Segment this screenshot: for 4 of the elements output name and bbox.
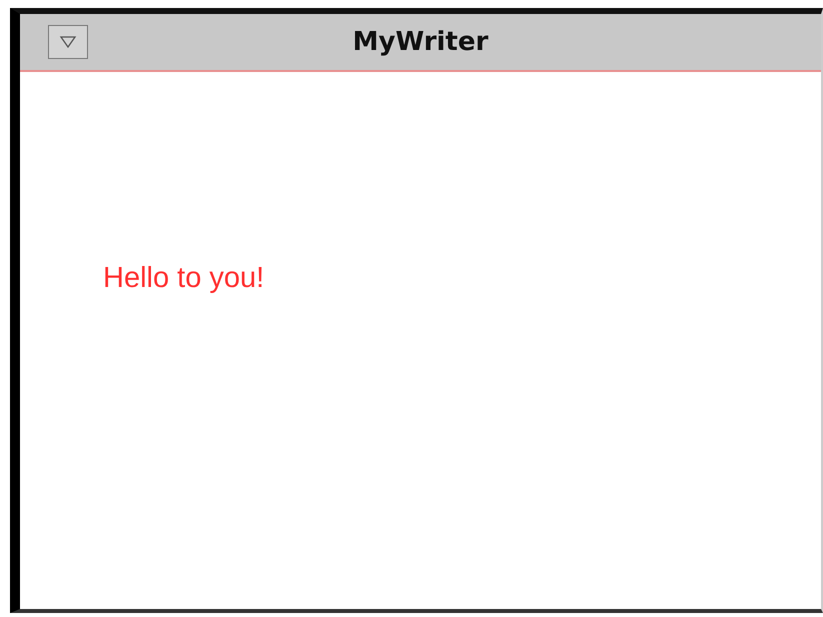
triangle-icon [59, 35, 77, 49]
window-title: MyWriter [352, 27, 488, 57]
document-text: Hello to you! [103, 262, 264, 294]
window-menu-button[interactable] [48, 25, 88, 59]
